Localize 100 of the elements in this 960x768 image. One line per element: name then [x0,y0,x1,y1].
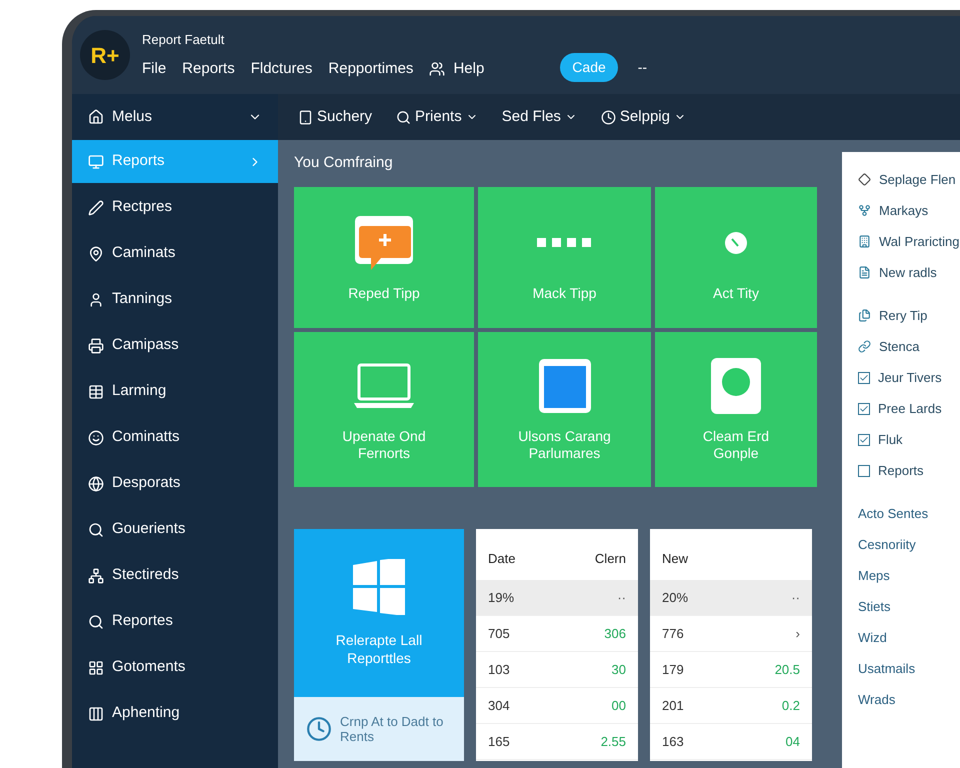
toolbar-button[interactable]: Suchery [298,106,372,128]
sidebar-label: Rectpres [112,197,172,218]
folder-chat-icon [353,214,415,272]
sidebar-label: Stectireds [112,565,179,586]
sidebar-item[interactable]: Caminats [72,232,278,275]
toolbar-button[interactable]: Selppig [600,106,686,128]
sidebar-item[interactable]: Desporats [72,462,278,505]
sidebar-item[interactable]: Cominatts [72,416,278,459]
sidebar-label: Gouerients [112,519,186,540]
search-icon [88,522,104,538]
panel-item[interactable]: Wal Praricting [879,232,960,252]
document-icon [858,266,871,279]
search-icon [88,614,104,630]
table-cell-text: 30 [612,660,626,679]
table-cell-text: 201 [662,697,684,716]
windows-icon [353,558,405,614]
sidebar-item[interactable]: Tannings [72,278,278,321]
panel-item[interactable]: Jeur Tivers [878,368,942,388]
table-row[interactable]: 19% ·· [476,580,638,616]
table-cell-text: › [796,624,800,643]
pen-icon [88,200,104,216]
files-icon [858,309,871,322]
sidebar-label: Tannings [112,289,172,310]
round-button-icon [711,358,761,414]
app-title: Report Faetult [142,31,226,49]
table-icon [88,384,104,400]
table-cell-text: 04 [786,733,800,752]
table-cell-text: 705 [488,624,510,643]
checkbox[interactable] [858,402,870,414]
sidebar-item[interactable]: Aphenting [72,692,278,735]
tablet-icon [298,110,313,124]
sidebar-label: Larming [112,381,166,402]
panel-item[interactable]: Pree Lards [878,398,942,418]
menu-item[interactable]: Repportimes [328,58,414,80]
menu-item[interactable]: Fldctures [250,58,312,80]
sidebar-item[interactable]: Larming [72,370,278,413]
app-logo: R+ [80,30,130,80]
sidebar-item[interactable]: Gouerients [72,508,278,551]
fork-icon [858,204,871,217]
clock-icon [724,230,748,254]
panel-item[interactable]: Stiets [858,596,891,616]
search-icon [396,110,412,124]
link-icon [858,340,871,353]
sidebar-label: Gotoments [112,657,186,678]
panel-item[interactable]: Stenca [879,336,920,356]
menu-item[interactable]: File [142,58,166,80]
sidebar-label: Reportes [112,611,173,632]
menu-item[interactable]: Reports [182,58,235,80]
monitor-icon [88,154,104,170]
sidebar-item[interactable]: Stectireds [72,554,278,597]
grid-icon [88,660,104,676]
panel-item[interactable]: Meps [858,566,890,586]
dots-icon [536,238,592,248]
table-cell-text: 19% [488,588,514,607]
home-icon [88,109,104,125]
promo-footer: Crnp At to Dadt to Rents [294,696,464,760]
panel-item[interactable]: Markays [879,200,928,220]
toolbar-button[interactable]: Sed Fles [502,106,577,128]
checkbox[interactable] [858,434,870,446]
sidebar-header: Melus [112,106,152,127]
sidebar-label: Caminats [112,243,176,264]
section-title: You Comfraing [294,153,394,173]
panel-item[interactable]: Fluk [878,430,903,450]
table-cell-text: 20% [662,588,688,607]
users-icon [429,60,446,77]
clock-icon [306,716,332,742]
checkbox[interactable] [858,464,870,476]
sidebar-label: Reports [112,151,165,172]
table-cell-text: 163 [662,733,684,752]
panel-item[interactable]: Acto Sentes [858,504,928,524]
table-cell-text: 179 [662,660,684,679]
network-icon [88,568,104,584]
panel-item[interactable]: Seplage Flen [879,170,956,190]
building-icon [858,235,871,248]
menu-item[interactable]: Help [429,58,484,80]
clock-icon [600,110,616,124]
panel-item[interactable]: New radls [879,262,937,282]
sidebar-label: Desporats [112,473,180,494]
sidebar-item[interactable]: Camipass [72,324,278,367]
column-header: Clern [594,550,626,568]
sidebar-item[interactable]: Rectpres [72,186,278,229]
sidebar-item[interactable]: Reportes [72,600,278,643]
panel-item[interactable]: Wrads [858,690,896,710]
panel-item[interactable]: Reports [878,460,924,480]
table-row[interactable]: 20% ·· [650,580,812,616]
globe-icon [88,476,104,492]
table-cell-text: 306 [604,624,626,643]
column-header: Date [488,550,516,568]
panel-item[interactable]: Wizd [858,628,887,648]
sidebar-label: Camipass [112,335,179,356]
checkbox[interactable] [858,372,870,384]
toolbar-button[interactable]: Prients [396,106,478,128]
table-cell-text: 2.55 [600,733,626,752]
table-cell-text: 776 [662,624,684,643]
panel-item[interactable]: Usatmails [858,658,916,678]
panel-item[interactable]: Cesnoriity [858,534,916,554]
smile-icon [88,430,104,446]
sidebar-item[interactable]: Gotoments [72,646,278,689]
panel-item[interactable]: Rery Tip [879,306,928,326]
table-cell-text: 165 [488,733,510,752]
